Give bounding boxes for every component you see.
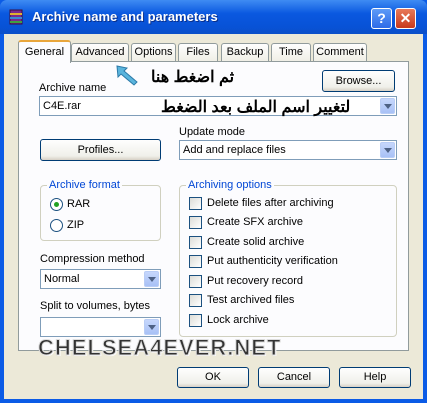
compression-label: Compression method bbox=[40, 253, 145, 265]
update-mode-label: Update mode bbox=[179, 126, 246, 138]
title-help-button[interactable]: ? bbox=[371, 8, 392, 29]
title-close-button[interactable]: ✕ bbox=[395, 8, 416, 29]
tab-advanced[interactable]: Advanced bbox=[71, 43, 129, 61]
dialog-client-area: General Advanced Options Files Backup Ti… bbox=[4, 34, 423, 399]
annotation-rename-hint: لتغيير اسم الملف بعد الضغط bbox=[161, 99, 351, 116]
archive-name-label: Archive name bbox=[39, 82, 107, 94]
archiving-options-group: Archiving options Delete files after arc… bbox=[179, 179, 397, 337]
authenticity-checkbox[interactable] bbox=[189, 255, 202, 268]
browse-button[interactable]: Browse... bbox=[322, 70, 395, 92]
update-mode-value: Add and replace files bbox=[183, 144, 286, 156]
lock-archive-checkbox[interactable] bbox=[189, 314, 202, 327]
create-solid-checkbox[interactable] bbox=[189, 236, 202, 249]
archiving-options-legend: Archiving options bbox=[186, 179, 274, 191]
annotation-press-here: ثم اضغط هنا bbox=[151, 69, 235, 86]
format-zip-label: ZIP bbox=[67, 219, 85, 231]
create-sfx-checkbox[interactable] bbox=[189, 216, 202, 229]
winrar-icon bbox=[8, 9, 24, 25]
archive-name-dropdown-icon[interactable] bbox=[380, 98, 395, 114]
title-bar[interactable]: Archive name and parameters ? ✕ bbox=[0, 0, 427, 34]
create-sfx-label: Create SFX archive bbox=[207, 216, 303, 228]
create-solid-label: Create solid archive bbox=[207, 236, 305, 248]
tab-files[interactable]: Files bbox=[178, 43, 218, 61]
tab-backup[interactable]: Backup bbox=[221, 43, 269, 61]
archive-format-legend: Archive format bbox=[47, 179, 122, 191]
help-button[interactable]: Help bbox=[339, 367, 411, 388]
delete-files-checkbox[interactable] bbox=[189, 197, 202, 210]
lock-archive-label: Lock archive bbox=[207, 314, 269, 326]
archive-format-group: Archive format RAR ZIP bbox=[40, 179, 161, 241]
watermark-text: CHELSEA4EVER.NET bbox=[37, 335, 282, 361]
test-archived-checkbox[interactable] bbox=[189, 294, 202, 307]
cancel-button[interactable]: Cancel bbox=[258, 367, 330, 388]
tab-time[interactable]: Time bbox=[271, 43, 311, 61]
format-rar-radio[interactable] bbox=[50, 198, 63, 211]
split-volumes-input[interactable] bbox=[40, 317, 161, 337]
compression-value: Normal bbox=[44, 273, 80, 285]
tab-options[interactable]: Options bbox=[131, 43, 176, 61]
split-volumes-dropdown-icon[interactable] bbox=[144, 319, 159, 335]
general-tab-panel: ثم اضغط هنا Archive name Browse... C4E.r… bbox=[18, 61, 409, 351]
ok-button[interactable]: OK bbox=[177, 367, 249, 388]
update-mode-select[interactable]: Add and replace files bbox=[179, 140, 397, 160]
recovery-record-checkbox[interactable] bbox=[189, 275, 202, 288]
delete-files-label: Delete files after archiving bbox=[207, 197, 334, 209]
dialog-window: Archive name and parameters ? ✕ General … bbox=[0, 0, 427, 403]
window-title: Archive name and parameters bbox=[32, 9, 218, 24]
tab-general[interactable]: General bbox=[18, 40, 71, 63]
format-zip-radio[interactable] bbox=[50, 219, 63, 232]
test-archived-label: Test archived files bbox=[207, 294, 295, 306]
archive-name-value: C4E.rar bbox=[43, 100, 81, 112]
profiles-button[interactable]: Profiles... bbox=[40, 139, 161, 161]
update-mode-dropdown-icon[interactable] bbox=[380, 142, 395, 158]
authenticity-label: Put authenticity verification bbox=[207, 255, 338, 267]
compression-dropdown-icon[interactable] bbox=[144, 271, 159, 287]
split-volumes-label: Split to volumes, bytes bbox=[40, 300, 151, 312]
annotation-arrow-icon bbox=[116, 65, 138, 86]
compression-select[interactable]: Normal bbox=[40, 269, 161, 289]
recovery-record-label: Put recovery record bbox=[207, 275, 303, 287]
format-rar-label: RAR bbox=[67, 198, 91, 210]
tab-comment[interactable]: Comment bbox=[313, 43, 367, 61]
